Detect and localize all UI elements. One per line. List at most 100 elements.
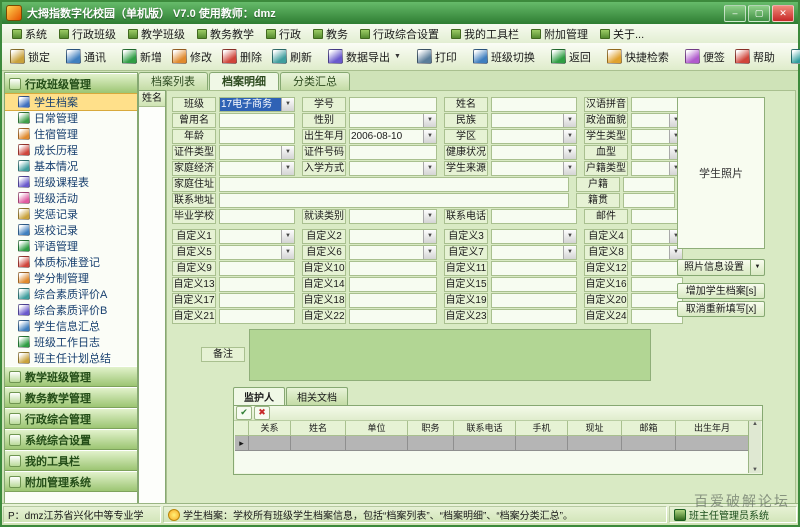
search-button[interactable]: 快捷检索 <box>602 45 674 69</box>
sidebar-group-3[interactable]: 行政综合管理 <box>5 408 137 429</box>
sidebar-item[interactable]: 奖惩记录 <box>5 206 137 222</box>
dropdown-arrow-icon[interactable]: ▼ <box>563 230 576 243</box>
form-field-input[interactable] <box>219 261 295 276</box>
form-field-input[interactable] <box>491 209 577 224</box>
form-field-select[interactable]: ▼ <box>631 161 683 176</box>
form-field-select[interactable]: ▼ <box>631 129 683 144</box>
dropdown-arrow-icon[interactable]: ▼ <box>423 114 436 127</box>
close-button[interactable]: ✕ <box>772 4 794 22</box>
scroll-down-icon[interactable]: ▼ <box>752 467 758 473</box>
form-field-select[interactable]: ▼ <box>491 129 577 144</box>
form-field-input[interactable] <box>219 129 295 144</box>
form-field-select[interactable]: ▼ <box>631 145 683 160</box>
sidebar-item[interactable]: 体质标准登记 <box>5 254 137 270</box>
sidebar-item[interactable]: 学生档案 <box>5 93 137 111</box>
back-button[interactable]: 返回 <box>546 45 596 69</box>
form-field-input[interactable] <box>219 293 295 308</box>
menu-item[interactable]: 行政 <box>260 25 307 43</box>
sidebar-item[interactable]: 评语管理 <box>5 238 137 254</box>
form-field-input[interactable] <box>219 193 569 208</box>
form-field-select[interactable]: ▼ <box>491 161 577 176</box>
form-field-input[interactable] <box>631 293 683 308</box>
minimize-button[interactable]: – <box>724 4 746 22</box>
form-field-input[interactable] <box>219 113 295 128</box>
sidebar-item[interactable]: 综合素质评价A <box>5 286 137 302</box>
dropdown-arrow-icon[interactable]: ▼ <box>423 130 436 143</box>
refresh-button[interactable]: 刷新 <box>267 45 317 69</box>
sidebar-group-0[interactable]: 行政班级管理 <box>5 73 137 94</box>
form-field-input[interactable] <box>491 261 577 276</box>
sidebar-item[interactable]: 返校记录 <box>5 222 137 238</box>
sidebar-group-1[interactable]: 教学班级管理 <box>5 366 137 387</box>
sidebar-item[interactable]: 基本情况 <box>5 158 137 174</box>
form-field-select[interactable]: ▼ <box>631 113 683 128</box>
form-field-input[interactable] <box>349 277 437 292</box>
form-field-select[interactable]: ▼ <box>349 229 437 244</box>
sidebar-item[interactable]: 学生信息汇总 <box>5 318 137 334</box>
form-field-select[interactable]: 2006-08-10 ▼ <box>349 129 437 144</box>
dropdown-arrow-icon[interactable]: ▼ <box>563 114 576 127</box>
dropdown-arrow-icon[interactable]: ▼ <box>423 210 436 223</box>
export-button[interactable]: 数据导出 ▼ <box>323 45 406 69</box>
note-button[interactable]: 便签 <box>680 45 730 69</box>
guardian-scrollbar[interactable]: ▲ ▼ <box>748 421 761 473</box>
form-field-select[interactable]: ▼ <box>219 145 295 160</box>
cancel-refill-button[interactable]: 取消重新填写[x] <box>677 301 765 317</box>
delete-button[interactable]: 删除 <box>217 45 267 69</box>
dropdown-arrow-icon[interactable]: ▼ <box>563 246 576 259</box>
row-selector-icon[interactable]: ▸ <box>235 436 249 451</box>
guardian-cell[interactable] <box>676 436 749 451</box>
guardian-cell[interactable] <box>346 436 408 451</box>
content-tab[interactable]: 分类汇总 <box>280 72 350 90</box>
sidebar-group-4[interactable]: 系统综合设置 <box>5 429 137 450</box>
menu-item[interactable]: 行政班级 <box>53 25 122 43</box>
guardian-tab[interactable]: 监护人 <box>233 387 285 405</box>
form-field-input[interactable] <box>219 277 295 292</box>
form-field-select[interactable]: ▼ <box>491 245 577 260</box>
form-field-input[interactable] <box>631 277 683 292</box>
maximize-button[interactable]: ▢ <box>748 4 770 22</box>
guardian-cell[interactable] <box>249 436 291 451</box>
guardian-cell[interactable] <box>622 436 676 451</box>
sidebar-item[interactable]: 班级工作日志 <box>5 334 137 350</box>
form-field-input[interactable] <box>349 261 437 276</box>
form-field-select[interactable]: ▼ <box>349 209 437 224</box>
guardian-cell[interactable] <box>408 436 454 451</box>
dropdown-arrow-icon[interactable]: ▼ <box>281 98 294 111</box>
dropdown-arrow-icon[interactable]: ▼ <box>423 246 436 259</box>
form-field-input[interactable] <box>623 193 675 208</box>
sidebar-group-5[interactable]: 我的工具栏 <box>5 450 137 471</box>
form-field-input[interactable] <box>349 293 437 308</box>
form-field-select[interactable]: ▼ <box>631 229 683 244</box>
form-field-select[interactable]: ▼ <box>219 245 295 260</box>
lock-button[interactable]: 锁定 <box>5 45 55 69</box>
form-field-input[interactable] <box>491 97 577 112</box>
menu-item[interactable]: 教务教学 <box>191 25 260 43</box>
form-field-select[interactable]: ▼ <box>219 161 295 176</box>
menu-item[interactable]: 系统 <box>6 25 53 43</box>
class-switch-button[interactable]: 班级切换 <box>468 45 540 69</box>
sidebar-item[interactable]: 班级课程表 <box>5 174 137 190</box>
form-field-select[interactable]: ▼ <box>631 245 683 260</box>
student-name-list[interactable] <box>139 107 165 503</box>
form-field-input[interactable] <box>219 209 295 224</box>
menu-item[interactable]: 附加管理 <box>525 25 594 43</box>
form-field-input[interactable] <box>349 309 437 324</box>
scroll-up-icon[interactable]: ▲ <box>752 421 758 427</box>
menu-item[interactable]: 教学班级 <box>122 25 191 43</box>
form-field-input[interactable] <box>491 309 577 324</box>
sidebar-group-2[interactable]: 教务教学管理 <box>5 387 137 408</box>
form-field-input[interactable] <box>219 177 569 192</box>
menu-item[interactable]: 关于... <box>594 25 650 43</box>
sidebar-item[interactable]: 住宿管理 <box>5 126 137 142</box>
dropdown-arrow-icon[interactable]: ▼ <box>281 246 294 259</box>
phone-button[interactable]: 通讯 <box>61 45 111 69</box>
dropdown-arrow-icon[interactable]: ▼ <box>563 130 576 143</box>
form-field-input[interactable] <box>491 293 577 308</box>
form-field-select[interactable]: ▼ <box>219 229 295 244</box>
dropdown-arrow-icon[interactable]: ▼ <box>423 162 436 175</box>
guardian-tab[interactable]: 相关文档 <box>286 387 348 405</box>
dropdown-arrow-icon[interactable]: ▼ <box>281 146 294 159</box>
form-field-input[interactable] <box>491 277 577 292</box>
form-field-select[interactable]: ▼ <box>491 229 577 244</box>
